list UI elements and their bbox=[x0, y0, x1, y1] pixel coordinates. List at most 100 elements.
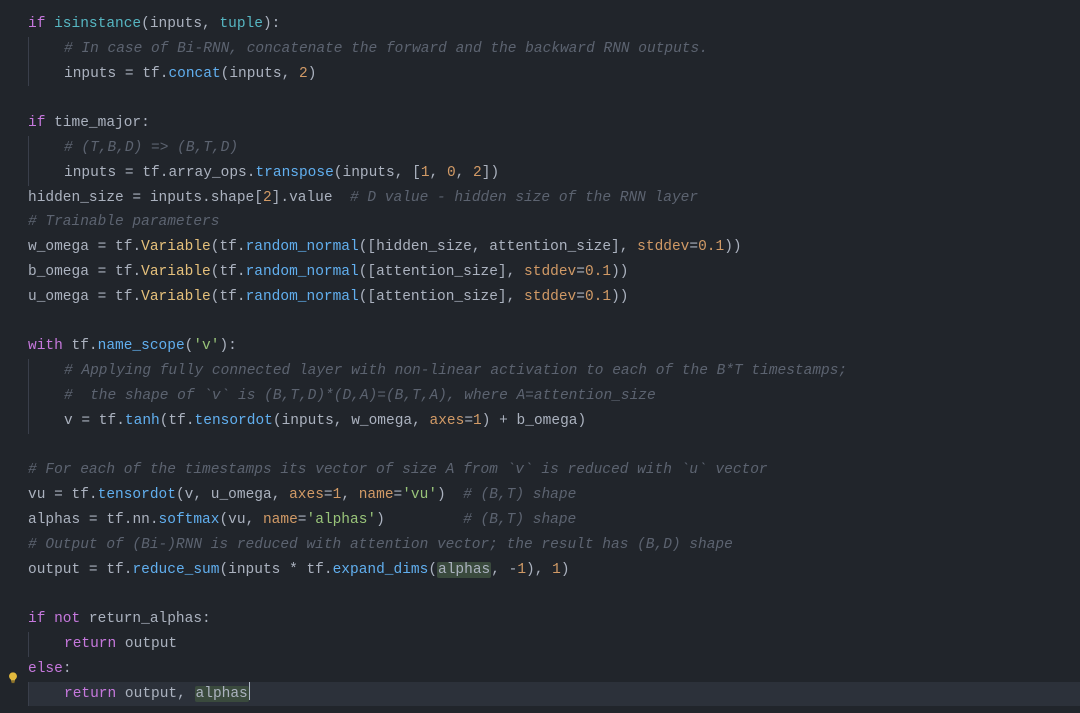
code-token: stddev bbox=[524, 289, 576, 305]
code-token: b_omega) bbox=[508, 413, 586, 429]
code-line[interactable]: w_omega = tf.Variable(tf.random_normal([… bbox=[28, 235, 1080, 260]
code-token: . bbox=[116, 413, 125, 429]
code-line[interactable]: # the shape of `v` is (B,T,D)*(D,A)=(B,T… bbox=[28, 384, 1080, 409]
code-token: (inputs bbox=[334, 165, 395, 181]
code-token: inputs bbox=[141, 190, 202, 206]
code-token: ([hidden_size bbox=[359, 239, 472, 255]
code-token: name bbox=[263, 512, 298, 528]
code-line[interactable] bbox=[28, 434, 1080, 459]
code-line[interactable]: else: bbox=[28, 657, 1080, 682]
code-token: expand_dims bbox=[333, 562, 429, 578]
code-token: = bbox=[132, 190, 141, 206]
code-line[interactable]: # Applying fully connected layer with no… bbox=[28, 359, 1080, 384]
code-token: . bbox=[132, 239, 141, 255]
code-token: 1 bbox=[473, 413, 482, 429]
code-line[interactable]: hidden_size = inputs.shape[2].value # D … bbox=[28, 186, 1080, 211]
code-line[interactable] bbox=[28, 86, 1080, 111]
code-token: v bbox=[64, 413, 81, 429]
code-line[interactable]: # For each of the timestamps its vector … bbox=[28, 458, 1080, 483]
code-token: Variable bbox=[141, 264, 211, 280]
code-token: # (T,B,D) => (B,T,D) bbox=[64, 140, 238, 156]
indent-guide bbox=[28, 37, 64, 62]
code-token: # (B,T) shape bbox=[463, 512, 576, 528]
code-line[interactable]: return output bbox=[28, 632, 1080, 657]
indent-guide bbox=[28, 62, 64, 87]
code-token: else bbox=[28, 661, 63, 677]
code-token: # In case of Bi-RNN, concatenate the for… bbox=[64, 41, 708, 57]
code-token: (tf bbox=[211, 264, 237, 280]
code-editor-area[interactable]: if isinstance(inputs, tuple): # In case … bbox=[28, 12, 1080, 706]
code-token: , bbox=[282, 66, 291, 82]
code-token: stddev bbox=[637, 239, 689, 255]
code-token: alphas bbox=[28, 512, 89, 528]
code-token: tf bbox=[63, 487, 89, 503]
code-line[interactable]: v = tf.tanh(tf.tensordot(inputs, w_omega… bbox=[28, 409, 1080, 434]
code-line[interactable]: # Trainable parameters bbox=[28, 210, 1080, 235]
code-token: with bbox=[28, 338, 72, 354]
code-line[interactable]: if time_major: bbox=[28, 111, 1080, 136]
code-line[interactable]: output = tf.reduce_sum(inputs * tf.expan… bbox=[28, 558, 1080, 583]
code-line[interactable]: inputs = tf.concat(inputs, 2) bbox=[28, 62, 1080, 87]
code-token: name bbox=[359, 487, 394, 503]
code-token: axes bbox=[430, 413, 465, 429]
code-line[interactable]: # Output of (Bi-)RNN is reduced with att… bbox=[28, 533, 1080, 558]
code-token: Variable bbox=[141, 289, 211, 305]
code-token: , bbox=[334, 413, 343, 429]
code-token: . bbox=[280, 190, 289, 206]
code-line[interactable]: # In case of Bi-RNN, concatenate the for… bbox=[28, 37, 1080, 62]
code-token: 0.1 bbox=[585, 264, 611, 280]
code-line[interactable]: if isinstance(inputs, tuple): bbox=[28, 12, 1080, 37]
code-token: (v bbox=[176, 487, 193, 503]
lightbulb-icon[interactable] bbox=[6, 671, 20, 685]
code-token: tf bbox=[98, 562, 124, 578]
indent-guide bbox=[28, 632, 64, 657]
code-line[interactable]: return output, alphas bbox=[28, 682, 1080, 707]
code-token: random_normal bbox=[246, 264, 359, 280]
code-line[interactable]: if not return_alphas: bbox=[28, 607, 1080, 632]
code-token: u_omega bbox=[28, 289, 98, 305]
code-token: vu bbox=[28, 487, 54, 503]
code-token: 1 bbox=[421, 165, 430, 181]
code-token: (tf bbox=[211, 239, 237, 255]
code-token: ): bbox=[263, 16, 280, 32]
text-cursor bbox=[249, 682, 250, 700]
code-token: (tf bbox=[211, 289, 237, 305]
code-token bbox=[500, 562, 509, 578]
code-token: . bbox=[237, 239, 246, 255]
code-token: 0.1 bbox=[698, 239, 724, 255]
code-token: alphas bbox=[195, 686, 249, 702]
code-token: . bbox=[324, 562, 333, 578]
code-token: output bbox=[125, 686, 177, 702]
code-token: = bbox=[324, 487, 333, 503]
code-token: tanh bbox=[125, 413, 160, 429]
code-token: name_scope bbox=[98, 338, 185, 354]
code-token: (inputs bbox=[221, 66, 282, 82]
code-line[interactable]: alphas = tf.nn.softmax(vu, name='alphas'… bbox=[28, 508, 1080, 533]
indent-guide bbox=[28, 682, 64, 707]
code-token: = bbox=[89, 512, 98, 528]
code-line[interactable]: with tf.name_scope('v'): bbox=[28, 334, 1080, 359]
code-token: = bbox=[298, 512, 307, 528]
code-token: . bbox=[89, 487, 98, 503]
indent-guide bbox=[28, 161, 64, 186]
code-line[interactable]: # (T,B,D) => (B,T,D) bbox=[28, 136, 1080, 161]
code-token bbox=[464, 165, 473, 181]
code-line[interactable]: u_omega = tf.Variable(tf.random_normal([… bbox=[28, 285, 1080, 310]
code-token: return_alphas bbox=[89, 611, 202, 627]
code-line[interactable] bbox=[28, 310, 1080, 335]
code-token bbox=[280, 487, 289, 503]
code-line[interactable] bbox=[28, 582, 1080, 607]
code-token: = bbox=[125, 165, 134, 181]
code-line[interactable]: b_omega = tf.Variable(tf.random_normal([… bbox=[28, 260, 1080, 285]
code-token: transpose bbox=[255, 165, 333, 181]
code-line[interactable]: vu = tf.tensordot(v, u_omega, axes=1, na… bbox=[28, 483, 1080, 508]
code-token: isinstance bbox=[54, 16, 141, 32]
code-token: ) bbox=[308, 66, 317, 82]
code-token bbox=[254, 512, 263, 528]
code-token: , bbox=[202, 16, 211, 32]
code-line[interactable]: inputs = tf.array_ops.transpose(inputs, … bbox=[28, 161, 1080, 186]
code-token: (inputs bbox=[219, 562, 289, 578]
code-token: nn bbox=[132, 512, 149, 528]
code-token: tf bbox=[72, 338, 89, 354]
code-token: return bbox=[64, 686, 125, 702]
